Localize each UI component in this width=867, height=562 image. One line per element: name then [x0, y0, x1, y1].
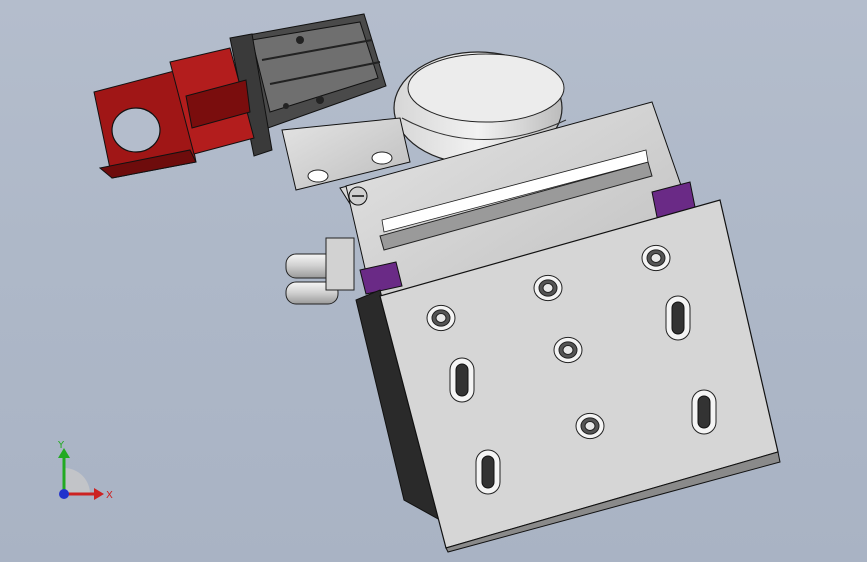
axis-triad: Y X [57, 440, 113, 501]
counterbore-hole [553, 336, 583, 364]
counterbore-hole [575, 412, 605, 440]
cad-model-render [93, 13, 781, 553]
y-axis-label: Y [57, 440, 65, 451]
counterbore-hole [533, 274, 563, 302]
z-axis-dot-icon [59, 489, 69, 499]
3d-viewport[interactable]: Y X [0, 0, 867, 562]
plate-slot [691, 389, 717, 435]
x-axis-arrow-icon [94, 488, 104, 500]
counterbore-hole [426, 304, 456, 332]
plate-slot [665, 295, 691, 341]
x-axis-label: X [106, 490, 113, 501]
plate-slot [475, 449, 501, 495]
gripper-jaw [93, 47, 255, 179]
triad-arc [64, 468, 90, 494]
counterbore-hole [641, 244, 671, 272]
plate-slot [449, 357, 475, 403]
